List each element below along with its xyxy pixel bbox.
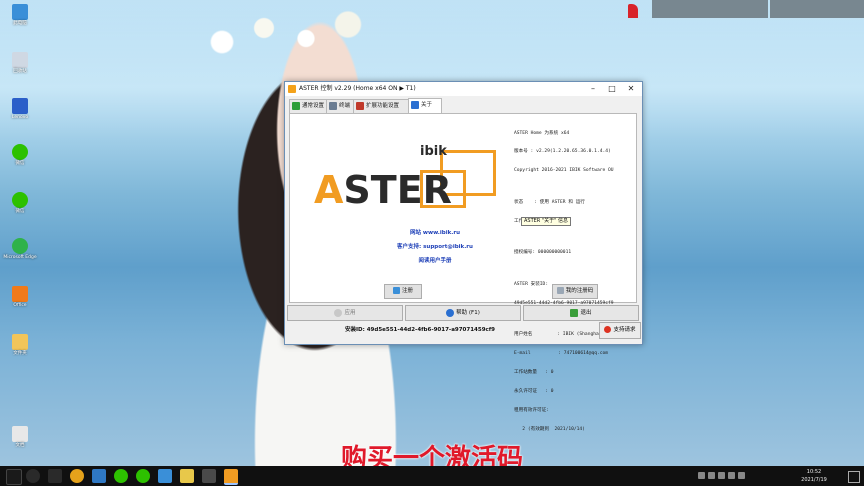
office-icon (12, 286, 28, 302)
aster-app-icon (288, 85, 296, 93)
desktop-icon-app[interactable]: Lenovo (2, 98, 38, 121)
terminal-icon (329, 102, 337, 110)
close-icon[interactable]: ✕ (622, 83, 640, 95)
desktop-icon-computer[interactable]: 此电脑 (2, 4, 38, 27)
links-block: 网站 www.ibik.ru 客户支持: support@ibik.ru 阅读用… (330, 226, 540, 268)
desktop-icon-office[interactable]: Office (2, 286, 38, 309)
desktop-icon-wechat-2[interactable]: 微信 (2, 192, 38, 215)
wechat-icon (12, 192, 28, 208)
tools-icon (356, 102, 364, 110)
document-icon (12, 426, 28, 442)
exit-button[interactable]: 退出 (523, 305, 639, 321)
system-tray (698, 472, 788, 480)
edge-icon (12, 238, 28, 254)
exit-icon (570, 308, 579, 317)
help-icon (446, 308, 455, 317)
top-widget-left[interactable] (652, 0, 768, 18)
bottom-button-bar: 应用 帮助 (F1) 退出 (287, 305, 639, 321)
app-taskbar-icon[interactable] (92, 469, 106, 483)
maximize-icon[interactable]: □ (603, 83, 621, 95)
about-panel: ibik ASTER 网站 www.ibik.ru 客户支持: support@… (289, 113, 637, 432)
minimize-icon[interactable]: – (584, 83, 602, 95)
desktop-icon-folder[interactable]: 文件夹 (2, 334, 38, 357)
shoe-icon[interactable] (628, 4, 638, 18)
app-taskbar-icon-2[interactable] (202, 469, 216, 483)
wechat-icon[interactable] (114, 469, 128, 483)
wechat-icon[interactable] (136, 469, 150, 483)
volume-icon[interactable] (728, 472, 735, 479)
tray-icon[interactable] (698, 472, 705, 479)
chrome-icon[interactable] (70, 469, 84, 483)
info-icon (411, 101, 419, 109)
aster-window: ASTER 控制 v2.29 (Home x64 ON ▶ T1) – □ ✕ … (284, 81, 643, 432)
support-request-button[interactable]: 支持请求 (599, 322, 641, 339)
about-tooltip: ASTER "关于" 信息 (521, 217, 572, 226)
install-id: 安装ID: 49d5e551-44d2-4fb6-9017-a97071459c… (345, 327, 496, 333)
tray-icon[interactable] (708, 472, 715, 479)
manual-link[interactable]: 阅读用户手册 (330, 254, 540, 268)
settings-icon (292, 102, 300, 110)
desktop-icon-wechat-1[interactable]: 微信 (2, 144, 38, 167)
notification-icon[interactable] (848, 471, 860, 483)
window-title: ASTER 控制 v2.29 (Home x64 ON ▶ T1) (299, 85, 416, 92)
window-titlebar[interactable]: ASTER 控制 v2.29 (Home x64 ON ▶ T1) – □ ✕ (285, 82, 642, 96)
support-link[interactable]: 客户支持: support@ibik.ru (330, 240, 540, 254)
help-button[interactable]: 帮助 (F1) (405, 305, 521, 321)
register-button[interactable]: 注册 (384, 284, 422, 299)
website-link[interactable]: 网站 www.ibik.ru (330, 226, 540, 240)
desktop-icon-edge[interactable]: Microsoft Edge (2, 238, 38, 261)
computer-icon (12, 4, 28, 20)
start-icon[interactable] (6, 469, 22, 485)
task-view-icon[interactable] (48, 469, 62, 483)
folder-icon (12, 334, 28, 350)
recycle-bin-icon (12, 52, 28, 68)
my-registration-code-button[interactable]: 我的注册码 (552, 284, 598, 299)
wallpaper-flower-crown (180, 0, 390, 70)
top-widget-right[interactable] (770, 0, 864, 18)
network-icon[interactable] (718, 472, 725, 479)
shield-icon (334, 308, 343, 317)
wechat-icon (12, 144, 28, 160)
search-icon[interactable] (26, 469, 40, 483)
file-explorer-icon[interactable] (180, 469, 194, 483)
document-icon (556, 287, 564, 294)
windows-key-icon (392, 287, 400, 294)
aster-taskbar-icon[interactable] (224, 469, 238, 485)
window-icon[interactable] (158, 469, 172, 483)
license-info: ASTER Home 为系统 x64 版本号 : v2.29(1.2.20.65… (514, 130, 614, 432)
lifebuoy-icon (604, 326, 612, 333)
input-method-icon[interactable] (738, 472, 745, 479)
clock[interactable]: 10:52 2021/7/19 (792, 468, 836, 484)
tab-about[interactable]: 关于 (408, 98, 442, 113)
taskbar: 10:52 2021/7/19 (0, 466, 864, 486)
app-icon (12, 98, 28, 114)
desktop-icon-recycle-bin[interactable]: 回收站 (2, 52, 38, 75)
apply-button[interactable]: 应用 (287, 305, 403, 321)
